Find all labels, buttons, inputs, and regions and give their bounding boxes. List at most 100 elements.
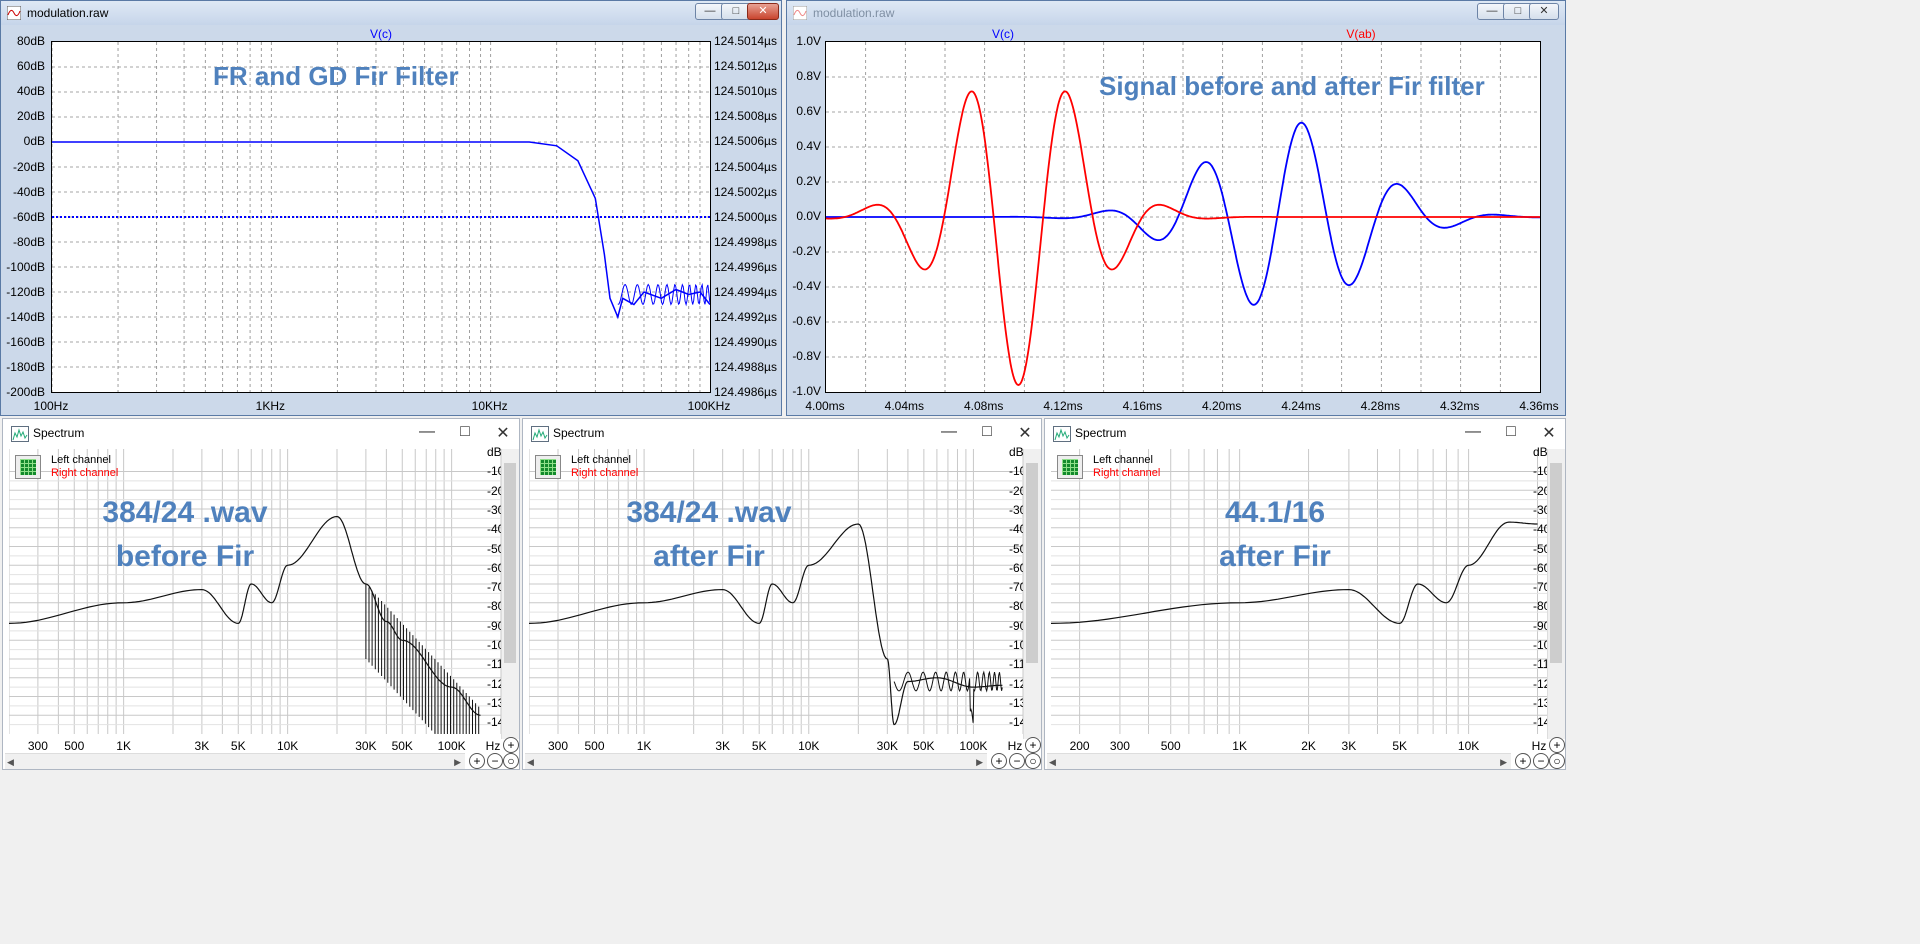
window-title: Spectrum [1075, 426, 1127, 440]
legend-right-channel: Right channel [1093, 467, 1161, 479]
maximize-button[interactable]: □ [977, 423, 997, 441]
zoom-reset-icon[interactable]: ○ [503, 753, 519, 769]
x-tick-label: 4.24ms [1281, 399, 1321, 413]
y-tick-label: -60dB [12, 209, 45, 224]
window-title: modulation.raw [813, 6, 895, 20]
scrollbar-thumb[interactable] [1026, 463, 1038, 663]
time-window-titlebar[interactable]: modulation.raw — □ ✕ [787, 1, 1565, 25]
x-tick-label: 4.16ms [1122, 399, 1163, 413]
y-tick-label: 60dB [16, 59, 45, 74]
y-right-tick-label: 124.4988µs [714, 360, 777, 375]
x-tick-label: 300 [27, 739, 48, 753]
vertical-scrollbar[interactable] [1547, 449, 1565, 739]
x-tick-label: 200 [1069, 739, 1090, 753]
y-right-tick-label: 124.4990µs [714, 335, 777, 350]
maximize-button[interactable]: □ [455, 423, 475, 441]
close-button[interactable]: ✕ [493, 423, 513, 443]
annotation-line-1: 44.1/16 [1224, 496, 1326, 529]
x-tick-label: 10K [276, 739, 299, 753]
spectrum-window: Spectrum — □ ✕ Left channel Right channel… [522, 418, 1042, 770]
x-tick-label: 100Hz [33, 399, 69, 413]
minimize-button[interactable]: — [1463, 423, 1483, 441]
x-tick-label: 1K [636, 739, 652, 753]
fr-window-titlebar[interactable]: modulation.raw — □ ✕ [1, 1, 781, 25]
close-button[interactable]: ✕ [1529, 3, 1559, 20]
y-right-tick-label: 124.4992µs [714, 310, 777, 325]
scroll-right-arrow[interactable]: ▶ [454, 757, 461, 768]
y-right-tick-label: 124.4986µs [714, 385, 777, 400]
scroll-right-arrow[interactable]: ▶ [1500, 757, 1507, 768]
zoom-out-icon[interactable]: − [1009, 753, 1025, 769]
vertical-scrollbar[interactable] [1023, 449, 1041, 739]
x-tick-label: 4.00ms [805, 399, 845, 413]
fr-window: modulation.raw — □ ✕ V(c) 80dB 60dB 40dB 20… [0, 0, 782, 416]
y-tick-label: 80dB [16, 34, 45, 48]
zoom-y-icon[interactable]: + [1549, 737, 1565, 753]
zoom-out-icon[interactable]: − [487, 753, 503, 769]
y-right-tick-label: 124.4996µs [714, 259, 777, 274]
spectrum-titlebar[interactable]: Spectrum — □ ✕ [1045, 419, 1565, 447]
x-tick-label: 30K [355, 739, 377, 753]
horizontal-scrollbar[interactable]: ◀ ▶ [5, 753, 465, 769]
x-tick-label: 4.20ms [1201, 399, 1242, 413]
waveform-app-icon [793, 6, 807, 20]
scroll-right-arrow[interactable]: ▶ [976, 757, 983, 768]
zoom-in-icon[interactable]: + [991, 753, 1007, 769]
spectrum-app-icon [11, 426, 29, 442]
zoom-y-icon[interactable]: + [1025, 737, 1041, 753]
y-tick-label: 1.0V [796, 34, 821, 48]
close-button[interactable]: ✕ [1539, 423, 1559, 443]
trace-label-vc[interactable]: V(c) [992, 27, 1014, 41]
y-tick-label: dB [487, 445, 502, 459]
y-tick-label: -0.4V [792, 279, 821, 293]
y-tick-label: 0.6V [796, 104, 821, 118]
x-tick-label: 3K [194, 739, 210, 753]
y-right-tick-label: 124.5002µs [714, 184, 777, 199]
annotation-line-2: after Fir [653, 540, 765, 573]
annotation-line-2: before Fir [115, 540, 255, 573]
x-tick-label: 50K [913, 739, 935, 753]
minimize-button[interactable]: — [417, 423, 437, 441]
zoom-reset-icon[interactable]: ○ [1549, 753, 1565, 769]
zoom-y-icon[interactable]: + [503, 737, 519, 753]
trace-label-vab[interactable]: V(ab) [1346, 27, 1375, 41]
x-tick-label: 50K [391, 739, 413, 753]
y-tick-label: -40dB [12, 184, 45, 199]
maximize-button[interactable]: □ [1501, 423, 1521, 441]
fr-plot-area[interactable] [51, 41, 711, 393]
scrollbar-thumb[interactable] [1550, 463, 1562, 663]
y-right-tick-label: 124.5006µs [714, 134, 777, 149]
close-button[interactable]: ✕ [1015, 423, 1035, 443]
horizontal-scrollbar[interactable]: ◀ ▶ [1047, 753, 1511, 769]
x-tick-label: 1K [1232, 739, 1247, 753]
grid-toggle-button[interactable] [15, 455, 41, 479]
spectrum-app-icon [1053, 426, 1071, 442]
spectrum-titlebar[interactable]: Spectrum — □ ✕ [523, 419, 1041, 447]
y-tick-label: -140dB [6, 310, 45, 325]
y-right-tick-label: 124.5008µs [714, 109, 777, 124]
grid-toggle-button[interactable] [1057, 455, 1083, 479]
close-button[interactable]: ✕ [747, 3, 779, 20]
y-tick-label: -0.8V [792, 349, 821, 363]
y-tick-label: 0.2V [796, 174, 821, 188]
zoom-reset-icon[interactable]: ○ [1025, 753, 1041, 769]
scroll-left-arrow[interactable]: ◀ [1049, 757, 1056, 768]
horizontal-scrollbar[interactable]: ◀ ▶ [525, 753, 987, 769]
legend-right-channel: Right channel [51, 467, 119, 479]
zoom-out-icon[interactable]: − [1533, 753, 1549, 769]
minimize-button[interactable]: — [939, 423, 959, 441]
scroll-left-arrow[interactable]: ◀ [527, 757, 534, 768]
scroll-left-arrow[interactable]: ◀ [7, 757, 14, 768]
zoom-in-icon[interactable]: + [1515, 753, 1531, 769]
trace-label-vc[interactable]: V(c) [370, 27, 392, 41]
grid-toggle-button[interactable] [535, 455, 561, 479]
y-right-tick-label: 124.4994µs [714, 285, 777, 299]
fr-stopband-ripple [617, 282, 710, 307]
vertical-scrollbar[interactable] [501, 449, 519, 739]
y-tick-label: 40dB [16, 84, 45, 99]
scrollbar-thumb[interactable] [504, 463, 516, 663]
x-tick-label: 500 [64, 739, 85, 753]
spectrum-titlebar[interactable]: Spectrum — □ ✕ [3, 419, 519, 447]
y-tick-label: -180dB [6, 360, 45, 375]
zoom-in-icon[interactable]: + [469, 753, 485, 769]
